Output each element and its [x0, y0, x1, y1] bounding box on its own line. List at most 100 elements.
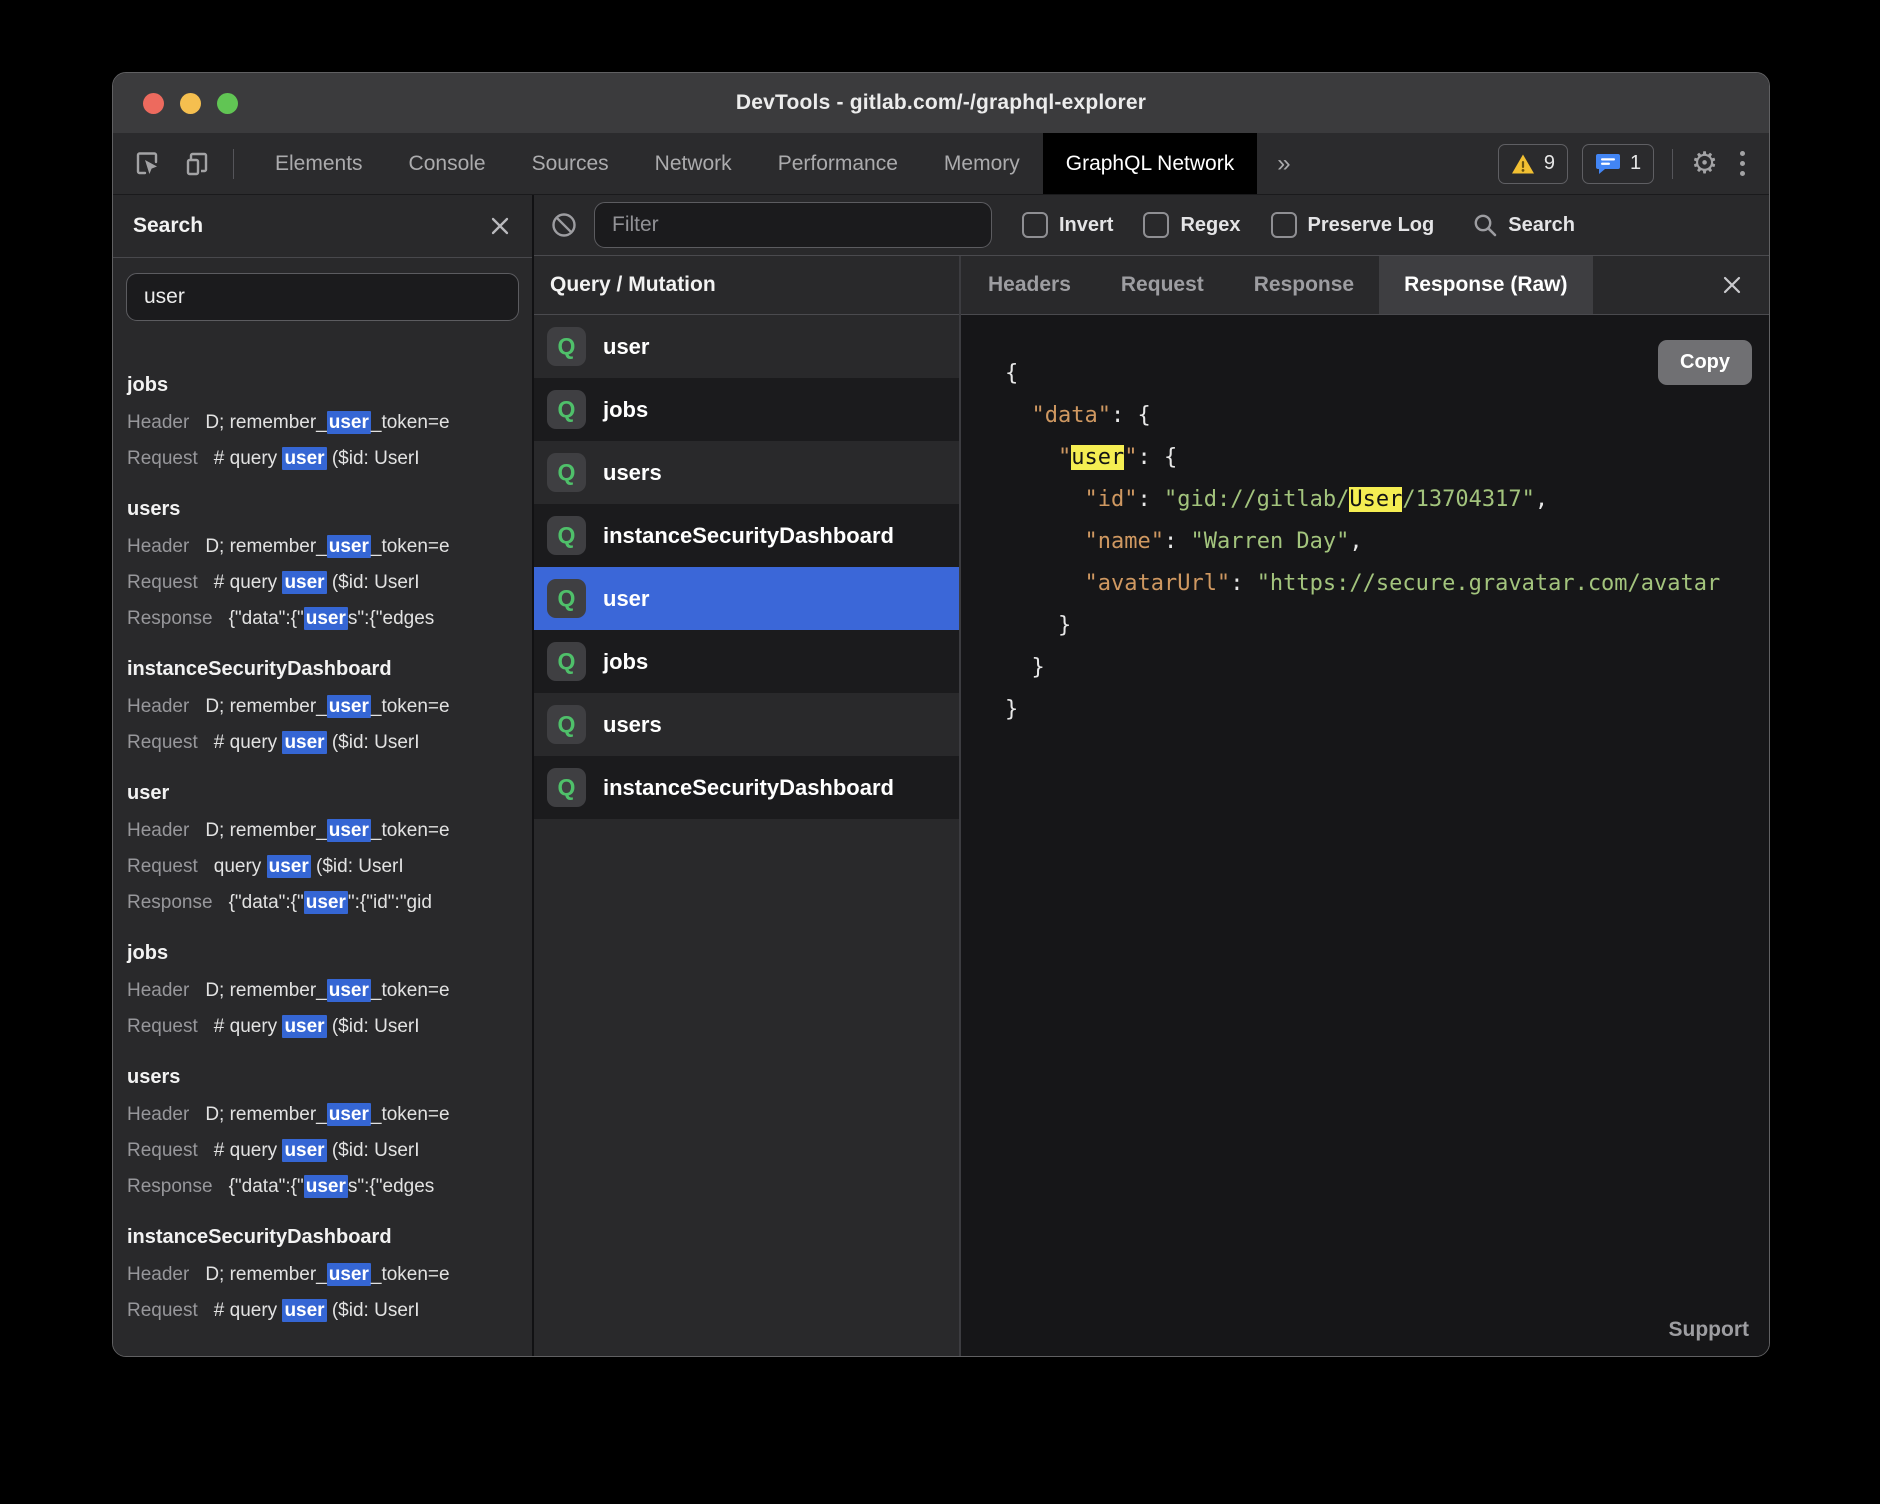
tab-network[interactable]: Network: [632, 133, 755, 194]
more-options-kebab-icon[interactable]: [1732, 151, 1753, 176]
traffic-lights: [143, 73, 238, 133]
result-match: user: [304, 891, 348, 914]
search-result-row[interactable]: Response{"data":{"user":{"id":"gid: [127, 885, 532, 921]
settings-gear-icon[interactable]: ⚙: [1691, 149, 1718, 179]
json-search-highlight: user: [1071, 445, 1124, 470]
close-detail-icon[interactable]: [1695, 256, 1769, 314]
result-text: D; remember_: [205, 1264, 326, 1285]
json-line: "user": {: [1005, 437, 1769, 479]
result-text: ($id: UserI: [327, 1300, 420, 1321]
copy-button[interactable]: Copy: [1658, 340, 1752, 385]
result-match: user: [327, 411, 371, 434]
clear-block-icon[interactable]: [550, 211, 578, 239]
more-tabs-button[interactable]: »: [1257, 133, 1310, 194]
json-viewer[interactable]: { "data": { "user": { "id": "gid://gitla…: [961, 315, 1769, 731]
result-kind-label: Header: [127, 412, 189, 433]
search-result-row[interactable]: HeaderD; remember_user_token=e: [127, 813, 532, 849]
json-token: "Warren Day": [1190, 529, 1349, 554]
tab-elements[interactable]: Elements: [252, 133, 386, 194]
result-kind-label: Request: [127, 1016, 198, 1037]
minimize-window-button[interactable]: [180, 93, 201, 114]
close-window-button[interactable]: [143, 93, 164, 114]
search-result-row[interactable]: HeaderD; remember_user_token=e: [127, 529, 532, 565]
search-result-row[interactable]: HeaderD; remember_user_token=e: [127, 689, 532, 725]
json-token: : {: [1111, 403, 1151, 428]
title-bar[interactable]: DevTools - gitlab.com/-/graphql-explorer: [113, 73, 1769, 133]
query-type-badge: Q: [547, 453, 586, 492]
json-token: :: [1230, 571, 1257, 596]
json-token: [1005, 445, 1058, 470]
query-item-label: users: [603, 712, 662, 738]
query-list-item[interactable]: QinstanceSecurityDashboard: [534, 504, 959, 567]
tab-response[interactable]: Response: [1229, 256, 1379, 314]
device-toolbar-icon[interactable]: [179, 146, 215, 182]
preserve-log-checkbox[interactable]: [1271, 212, 1297, 238]
search-result-row[interactable]: Request# query user ($id: UserI: [127, 565, 532, 601]
result-text: query: [214, 856, 267, 877]
search-group-title: instanceSecurityDashboard: [127, 1217, 532, 1257]
json-token: [1005, 571, 1084, 596]
query-item-label: jobs: [603, 397, 648, 423]
search-result-row[interactable]: HeaderD; remember_user_token=e: [127, 973, 532, 1009]
search-result-row[interactable]: Request# query user ($id: UserI: [127, 441, 532, 477]
search-result-row[interactable]: Request# query user ($id: UserI: [127, 725, 532, 761]
query-list-item[interactable]: Quser: [534, 315, 959, 378]
search-result-partial[interactable]: Response{"data":{"user":{"id":"gid: [127, 327, 532, 353]
result-text: # query: [214, 1016, 283, 1037]
json-token: [1005, 487, 1084, 512]
devtools-toolbar: Elements Console Sources Network Perform…: [113, 133, 1769, 195]
tab-memory[interactable]: Memory: [921, 133, 1043, 194]
query-list-item[interactable]: Qusers: [534, 693, 959, 756]
result-match: user: [327, 979, 371, 1002]
tab-console[interactable]: Console: [386, 133, 509, 194]
search-result-row[interactable]: Request# query user ($id: UserI: [127, 1293, 532, 1329]
search-input[interactable]: [126, 273, 519, 321]
json-line: }: [1005, 605, 1769, 647]
search-result-row[interactable]: Response{"data":{"users":{"edges: [127, 601, 532, 637]
tab-performance[interactable]: Performance: [755, 133, 921, 194]
tab-graphql-network[interactable]: GraphQL Network: [1043, 133, 1257, 194]
query-item-label: instanceSecurityDashboard: [603, 775, 894, 801]
filter-input[interactable]: [594, 202, 992, 248]
result-text: D; remember_: [205, 536, 326, 557]
invert-checkbox[interactable]: [1022, 212, 1048, 238]
warnings-badge[interactable]: 9: [1498, 144, 1568, 184]
query-list-item[interactable]: Qjobs: [534, 630, 959, 693]
search-result-row[interactable]: HeaderD; remember_user_token=e: [127, 1097, 532, 1133]
json-token: "data": [1032, 403, 1111, 428]
result-text: # query: [214, 448, 283, 469]
search-result-row[interactable]: Request# query user ($id: UserI: [127, 1133, 532, 1169]
search-result-row[interactable]: HeaderD; remember_user_token=e: [127, 1257, 532, 1293]
json-token: [1005, 529, 1084, 554]
search-result-row[interactable]: HeaderD; remember_user_token=e: [127, 405, 532, 441]
query-list-item[interactable]: QinstanceSecurityDashboard: [534, 756, 959, 819]
tab-request[interactable]: Request: [1096, 256, 1229, 314]
close-search-panel-icon[interactable]: [488, 214, 512, 238]
result-text: _token=e: [371, 412, 450, 433]
tab-sources[interactable]: Sources: [509, 133, 632, 194]
inspect-element-icon[interactable]: [129, 146, 165, 182]
search-result-row[interactable]: Response{"data":{"users":{"edges: [127, 1169, 532, 1205]
result-text: ($id: UserI: [311, 856, 404, 877]
result-text: _token=e: [371, 1104, 450, 1125]
result-match: user: [282, 731, 326, 754]
result-text: ($id: UserI: [327, 448, 420, 469]
search-tool[interactable]: Search: [1472, 212, 1575, 238]
json-token: }: [1005, 655, 1045, 680]
tab-headers[interactable]: Headers: [963, 256, 1096, 314]
result-match: user: [267, 855, 311, 878]
filter-toolbar: Invert Regex Preserve Log Search: [534, 195, 1769, 256]
query-list-item[interactable]: Qjobs: [534, 378, 959, 441]
issues-badge[interactable]: 1: [1582, 144, 1654, 184]
query-type-badge: Q: [547, 327, 586, 366]
tab-response-raw[interactable]: Response (Raw): [1379, 256, 1592, 314]
query-list-item-selected[interactable]: Quser: [534, 567, 959, 630]
json-token: }: [1005, 697, 1018, 722]
search-result-row[interactable]: Requestquery user ($id: UserI: [127, 849, 532, 885]
regex-checkbox[interactable]: [1143, 212, 1169, 238]
query-list-item[interactable]: Qusers: [534, 441, 959, 504]
zoom-window-button[interactable]: [217, 93, 238, 114]
result-match: user: [327, 695, 371, 718]
search-result-row[interactable]: Request# query user ($id: UserI: [127, 1009, 532, 1045]
support-link[interactable]: Support: [1669, 1318, 1749, 1342]
